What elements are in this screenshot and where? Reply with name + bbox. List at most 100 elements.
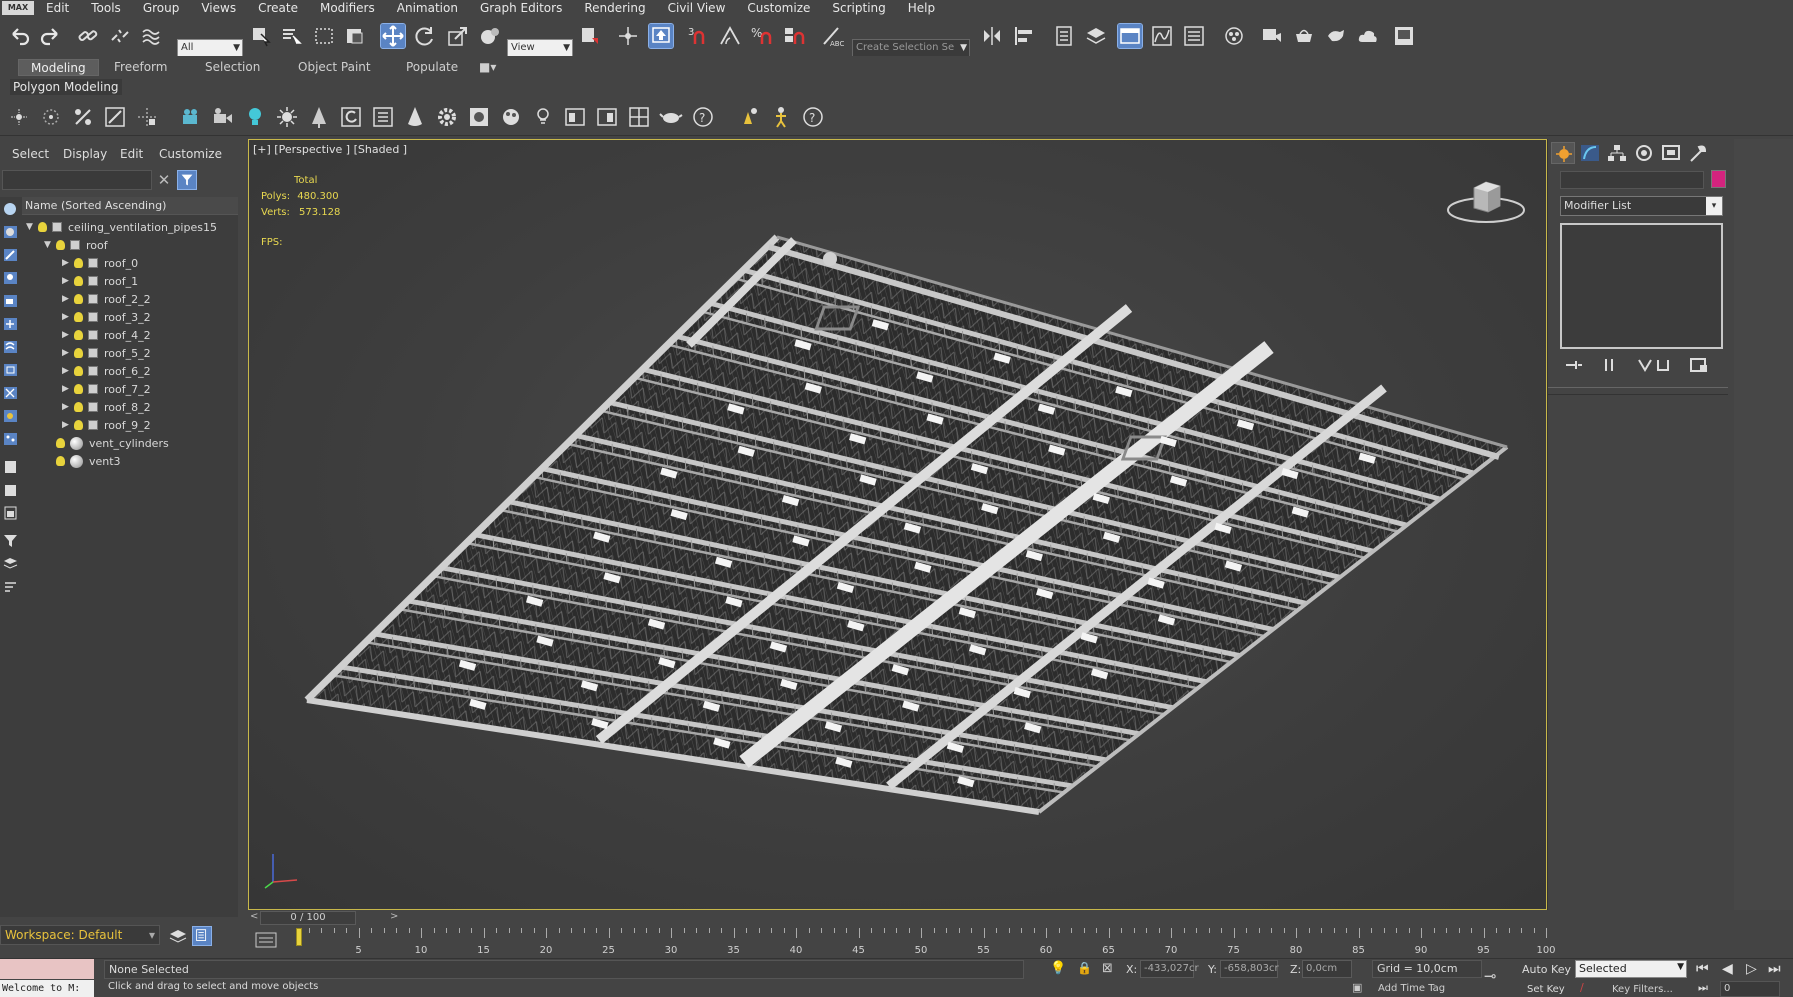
snaps-toggle-icon[interactable]: 3 [686, 24, 710, 48]
grid-toggle-icon[interactable] [626, 104, 652, 130]
layers-icon[interactable] [168, 927, 188, 945]
current-frame-field[interactable]: 0 [1720, 981, 1780, 997]
select-and-scale-icon[interactable] [446, 24, 470, 48]
visibility-bulb-icon[interactable] [74, 330, 83, 340]
named-selection-set-dropdown[interactable]: Create Selection Se ▼ [852, 39, 970, 57]
window-crossing-icon[interactable] [343, 24, 367, 48]
camera-target-icon[interactable] [210, 104, 236, 130]
tangent-icon[interactable]: ∕ [1580, 981, 1584, 994]
visibility-bulb-icon[interactable] [74, 384, 83, 394]
selection-lock-icon[interactable]: 🔒 [1077, 961, 1092, 975]
light-probe-icon[interactable] [530, 104, 556, 130]
link-icon[interactable] [76, 24, 100, 48]
explorer-menu-select[interactable]: Select [12, 147, 49, 161]
edge-snap-icon[interactable] [38, 104, 64, 130]
render-frame-icon[interactable] [466, 104, 492, 130]
isolate-selection-icon[interactable]: 💡 [1050, 961, 1066, 976]
display-children-icon[interactable] [2, 505, 19, 521]
workspace-selector[interactable]: Workspace: Default ▾ [0, 925, 160, 945]
layer-filter-icon[interactable] [2, 556, 19, 572]
render-in-cloud-icon[interactable] [1356, 24, 1380, 48]
key-mode-dropdown[interactable]: Selected ▼ [1575, 960, 1687, 978]
display-cameras-icon[interactable] [2, 293, 19, 309]
unlink-icon[interactable] [108, 24, 132, 48]
motion-tab-icon[interactable] [1632, 142, 1656, 164]
perspective-viewport[interactable]: [+] [Perspective ] [Shaded ] Total Polys… [248, 139, 1547, 910]
mirror-icon[interactable] [980, 24, 1004, 48]
display-xrefs-icon[interactable] [2, 385, 19, 401]
schematic-view-icon[interactable] [1182, 24, 1206, 48]
create-tab-icon[interactable] [1551, 142, 1575, 164]
modify-tab-icon[interactable] [1578, 142, 1602, 164]
select-and-place-icon[interactable] [478, 24, 502, 48]
object-color-swatch[interactable] [1711, 170, 1726, 188]
display-helpers-icon[interactable] [2, 316, 19, 332]
a360-gallery-icon[interactable] [1392, 24, 1416, 48]
maxscript-mini-listener[interactable] [0, 959, 94, 979]
toggle-scene-explorer-icon[interactable] [1052, 24, 1076, 48]
menu-help[interactable]: Help [908, 1, 935, 15]
sort-icon[interactable] [2, 579, 19, 595]
reference-coordinate-dropdown[interactable]: View ▼ [507, 39, 573, 57]
cameras-icon[interactable] [178, 104, 204, 130]
tab-populate[interactable]: Populate [394, 59, 470, 76]
sun-light-icon[interactable] [274, 104, 300, 130]
menu-group[interactable]: Group [143, 1, 180, 15]
pin-stack-icon[interactable] [1562, 356, 1584, 374]
tree-row[interactable]: ▶ roof_6_2 [62, 362, 151, 380]
tab-modeling[interactable]: Modeling [18, 59, 99, 76]
bind-space-warp-icon[interactable] [140, 24, 164, 48]
tree-row[interactable]: ▼ ceiling_ventilation_pipes15 [26, 218, 217, 236]
close-icon[interactable]: ✕ [156, 171, 172, 189]
remove-modifier-icon[interactable] [1652, 356, 1674, 374]
expand-icon[interactable]: ▶ [62, 258, 74, 268]
edit-named-selection-icon[interactable]: ABC [820, 24, 844, 48]
visibility-bulb-icon[interactable] [38, 222, 47, 232]
menu-rendering[interactable]: Rendering [584, 1, 645, 15]
tree-row[interactable]: ▶ roof_2_2 [62, 290, 151, 308]
configure-modifier-sets-icon[interactable] [1688, 356, 1710, 374]
tab-selection[interactable]: Selection [193, 59, 272, 76]
tree-row[interactable]: ▶ roof_9_2 [62, 416, 151, 434]
menu-create[interactable]: Create [258, 1, 298, 15]
explorer-toggle-icon[interactable] [192, 926, 212, 946]
percent-snap-icon[interactable]: % [750, 24, 774, 48]
snap-frame-icon[interactable] [102, 104, 128, 130]
figure-icon[interactable] [768, 104, 794, 130]
explorer-menu-edit[interactable]: Edit [120, 147, 143, 161]
tree-row[interactable]: vent_cylinders [44, 434, 169, 452]
open-mini-curve-editor-icon[interactable] [254, 930, 278, 950]
visibility-bulb-icon[interactable] [56, 456, 65, 466]
add-time-tag[interactable]: Add Time Tag [1378, 983, 1445, 994]
tree-row[interactable]: ▼ roof [44, 236, 108, 254]
display-bones-icon[interactable] [2, 408, 19, 424]
explorer-menu-customize[interactable]: Customize [159, 147, 222, 161]
help-circle-icon[interactable]: ? [800, 104, 826, 130]
key-icon[interactable]: ⊸ [1484, 967, 1497, 985]
expand-icon[interactable]: ▶ [62, 402, 74, 412]
expand-icon[interactable]: ▶ [62, 276, 74, 286]
display-spacewarps-icon[interactable] [2, 339, 19, 355]
collapse-icon[interactable]: ▼ [44, 240, 56, 250]
tree-column-header[interactable]: Name (Sorted Ascending) [22, 197, 238, 215]
render-production-icon[interactable] [1324, 24, 1348, 48]
maxscript-input[interactable]: Welcome to M: [0, 980, 94, 997]
tree-icon[interactable] [306, 104, 332, 130]
select-and-rotate-icon[interactable] [413, 24, 437, 48]
viewcube-icon[interactable] [1446, 174, 1526, 226]
select-object-icon[interactable] [249, 24, 273, 48]
z-coordinate-field[interactable]: 0,0cm [1302, 960, 1352, 978]
menu-customize[interactable]: Customize [747, 1, 810, 15]
render-setup-icon[interactable] [1260, 24, 1284, 48]
menu-tools[interactable]: Tools [91, 1, 121, 15]
light-bulb-icon[interactable] [242, 104, 268, 130]
viewport-layout-icon[interactable] [562, 104, 588, 130]
menu-animation[interactable]: Animation [397, 1, 458, 15]
tree-row[interactable]: ▶ roof_4_2 [62, 326, 151, 344]
vertex-snap-icon[interactable] [6, 104, 32, 130]
utilities-tab-icon[interactable] [1686, 142, 1710, 164]
visibility-bulb-icon[interactable] [74, 276, 83, 286]
visibility-bulb-icon[interactable] [74, 294, 83, 304]
y-coordinate-field[interactable]: -658,803cr [1220, 960, 1279, 978]
select-by-name-icon[interactable] [280, 24, 304, 48]
